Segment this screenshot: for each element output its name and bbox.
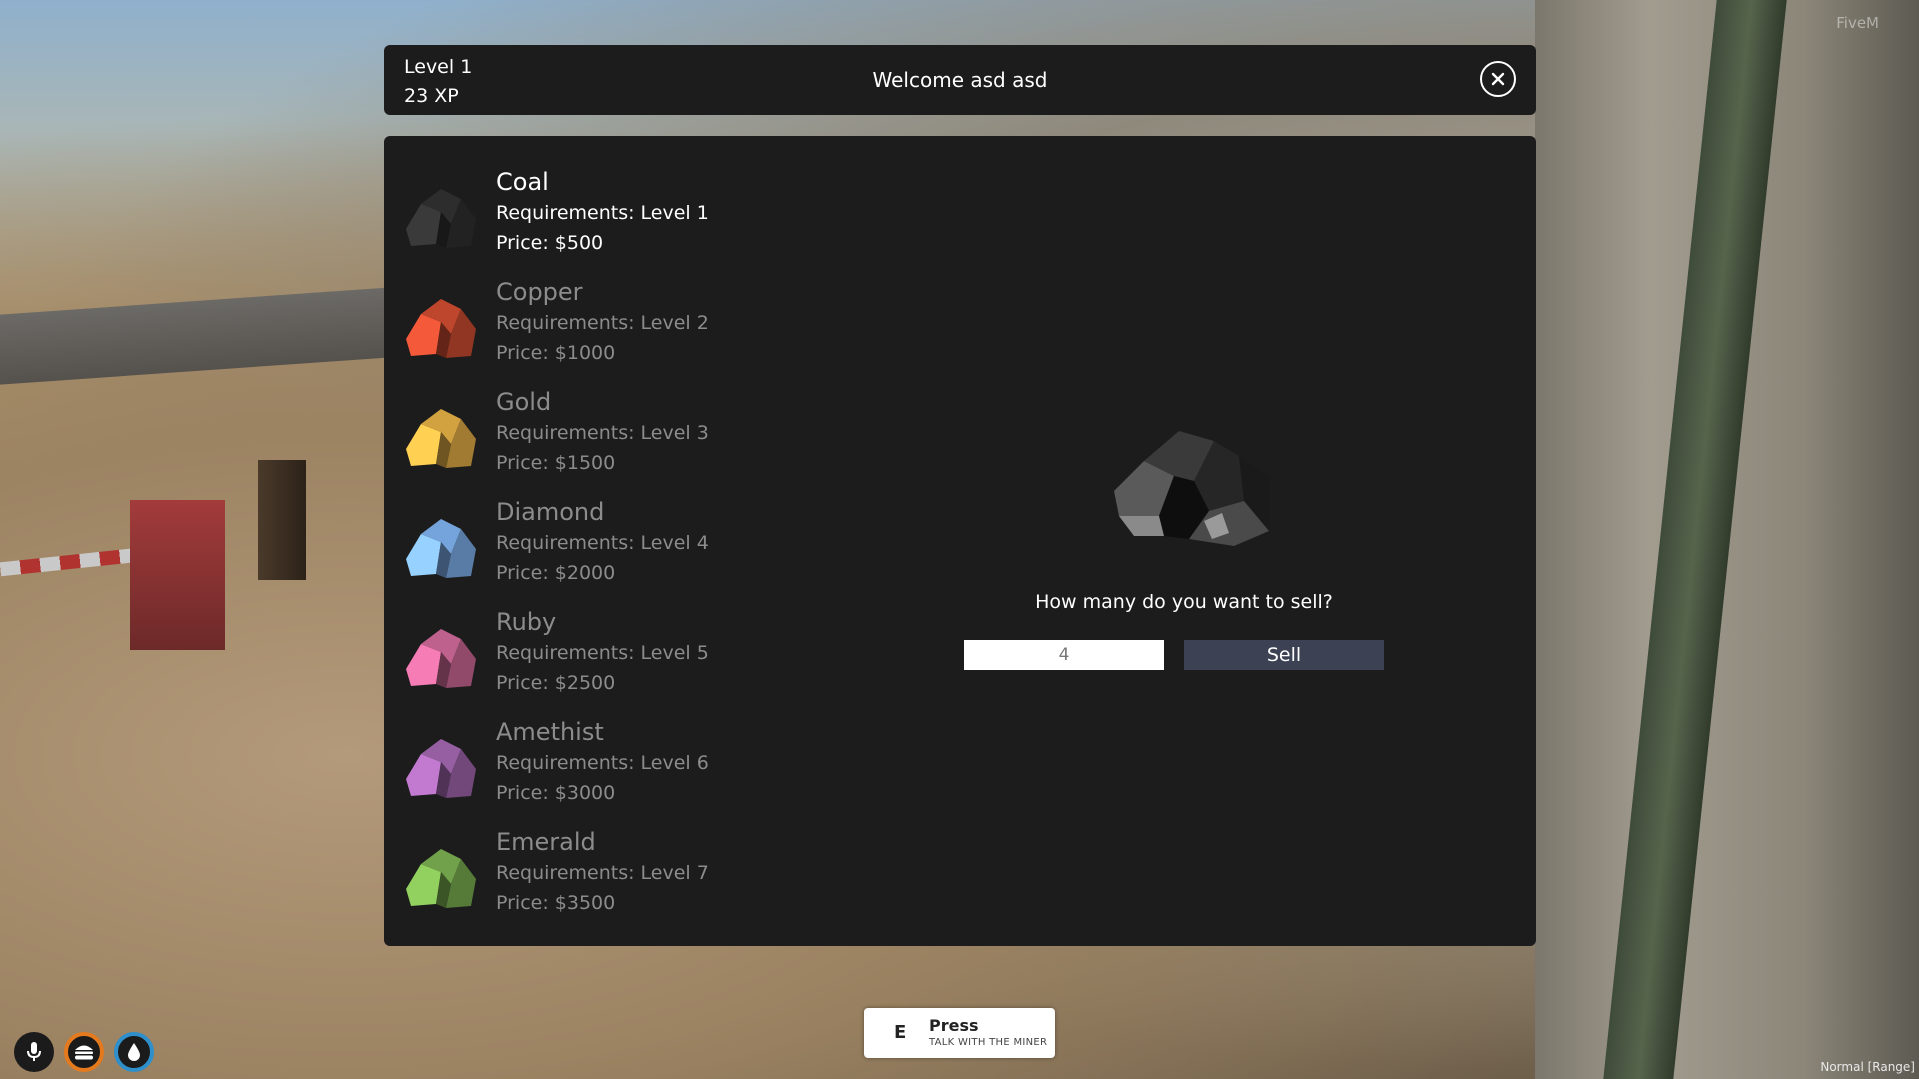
scene-road [0, 285, 420, 385]
ore-item-ruby[interactable]: Ruby Requirements: Level 5 Price: $2500 [396, 606, 756, 716]
ore-price: Price: $500 [496, 232, 604, 254]
ore-price: Price: $1000 [496, 342, 616, 364]
gold-ore-icon [406, 409, 476, 468]
scene-post [258, 460, 306, 580]
ore-item-diamond[interactable]: Diamond Requirements: Level 4 Price: $20… [396, 496, 756, 606]
ore-requirement: Requirements: Level 5 [496, 642, 709, 664]
ore-price: Price: $2000 [496, 562, 616, 584]
sell-button[interactable]: Sell [1184, 640, 1384, 670]
prompt-subtitle: TALK WITH THE MINER [929, 1037, 1048, 1048]
ore-price: Price: $2500 [496, 672, 616, 694]
hud-status [14, 1032, 154, 1072]
prompt-title: Press [929, 1016, 979, 1035]
ore-item-gold[interactable]: Gold Requirements: Level 3 Price: $1500 [396, 386, 756, 496]
microphone-icon [27, 1042, 41, 1061]
coal-ore-icon [406, 189, 476, 248]
ore-name: Emerald [496, 828, 596, 856]
close-button[interactable] [1480, 61, 1516, 97]
selected-ore-icon [1114, 431, 1269, 546]
water-drop-icon [128, 1043, 140, 1061]
welcome-text: Welcome asd asd [872, 68, 1048, 92]
ore-shop-panel: Coal Requirements: Level 1 Price: $500 C… [384, 136, 1536, 946]
thirst-status [114, 1032, 154, 1072]
ore-requirement: Requirements: Level 1 [496, 202, 709, 224]
hunger-status [64, 1032, 104, 1072]
ore-requirement: Requirements: Level 4 [496, 532, 709, 554]
amethist-ore-icon [406, 739, 476, 798]
ore-name: Coal [496, 168, 549, 196]
diamond-ore-icon [406, 519, 476, 578]
ore-requirement: Requirements: Level 6 [496, 752, 709, 774]
ore-name: Amethist [496, 718, 604, 746]
ore-list: Coal Requirements: Level 1 Price: $500 C… [396, 166, 756, 936]
ore-item-copper[interactable]: Copper Requirements: Level 2 Price: $100… [396, 276, 756, 386]
copper-ore-icon [406, 299, 476, 358]
ore-price: Price: $3500 [496, 892, 616, 914]
client-watermark: FiveM [1836, 14, 1879, 32]
scene-red-box [130, 500, 225, 650]
ore-price: Price: $3000 [496, 782, 616, 804]
interaction-prompt: E Press TALK WITH THE MINER [864, 1008, 1055, 1058]
ruby-ore-icon [406, 629, 476, 688]
scene-barrier [0, 547, 141, 577]
hamburger-icon [75, 1045, 93, 1060]
voice-mode-label: Normal [Range] [1820, 1060, 1915, 1074]
quantity-input[interactable] [964, 640, 1164, 670]
sell-question: How many do you want to sell? [1035, 591, 1333, 613]
ore-item-amethist[interactable]: Amethist Requirements: Level 6 Price: $3… [396, 716, 756, 826]
sell-detail: How many do you want to sell? Sell [964, 136, 1404, 946]
menu-header: Level 1 23 XP Welcome asd asd [384, 45, 1536, 115]
ore-name: Copper [496, 278, 583, 306]
ore-name: Gold [496, 388, 552, 416]
ore-name: Ruby [496, 608, 557, 636]
ore-requirement: Requirements: Level 7 [496, 862, 709, 884]
ore-price: Price: $1500 [496, 452, 616, 474]
emerald-ore-icon [406, 849, 476, 908]
voice-status [14, 1032, 54, 1072]
close-icon [1491, 72, 1505, 86]
ore-name: Diamond [496, 498, 605, 526]
ore-requirement: Requirements: Level 3 [496, 422, 709, 444]
ore-item-coal[interactable]: Coal Requirements: Level 1 Price: $500 [396, 166, 756, 276]
ore-requirement: Requirements: Level 2 [496, 312, 709, 334]
prompt-key: E [894, 1022, 907, 1043]
ore-item-emerald[interactable]: Emerald Requirements: Level 7 Price: $35… [396, 826, 756, 936]
